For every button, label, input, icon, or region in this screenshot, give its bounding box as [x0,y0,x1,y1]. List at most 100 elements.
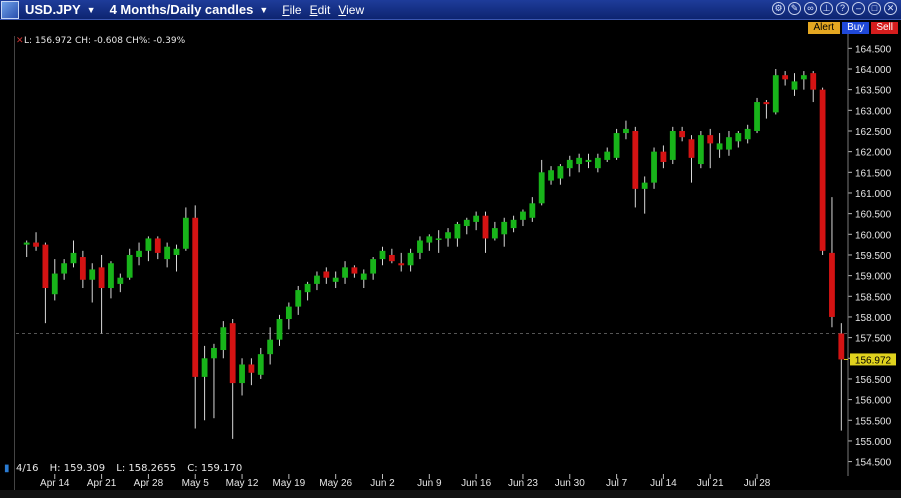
close-icon[interactable]: ✕ [16,35,24,46]
readout-low: L: 158.2655 [116,463,177,474]
candle-body [679,130,686,138]
candle-body [379,250,386,260]
y-tick-label: 160.000 [855,230,892,241]
candle-body [154,238,161,253]
y-tick-label: 155.500 [855,416,892,427]
x-tick-label: Apr 14 [40,478,70,489]
readout-date: 4/16 [16,463,39,474]
y-tick-label: 163.500 [855,86,892,97]
candle-body [491,228,498,239]
candle-body [79,257,86,280]
candle-body [763,102,770,105]
y-tick-label: 164.500 [855,44,892,55]
candle-body [735,133,742,142]
y-tick-label: 162.000 [855,148,892,159]
y-tick-label: 159.000 [855,272,892,283]
candle-body [548,170,554,181]
candle-body [426,236,433,243]
candle-body [566,159,573,169]
x-tick-label: May 19 [272,478,305,489]
candle-body [669,130,676,160]
candle-body [192,217,199,377]
y-tick-label: 158.500 [855,292,892,303]
x-tick-label: Jul 28 [744,478,771,489]
candle-body [529,203,536,218]
candle-body [754,102,760,131]
candle-body [744,128,751,140]
candle-body [613,133,620,158]
candle-body [604,151,611,160]
candle-body [136,250,142,258]
candle-body [782,75,789,80]
y-tick-label: 158.000 [855,313,892,324]
price-change-info: L: 156.972 CH: -0.608 CH%: -0.39% [24,36,186,46]
candle-body [51,273,58,295]
x-tick-label: Jun 16 [461,478,491,489]
candle-body [482,215,489,239]
candle-body [538,172,545,204]
candle-body [463,219,470,227]
candle-body [351,267,358,274]
candle-body [342,267,348,278]
x-tick-label: Jun 30 [555,478,585,489]
candle-body [360,273,367,280]
candle-body [295,290,302,307]
candle-body [594,157,601,169]
candle-body [829,252,835,317]
y-tick-label: 157.500 [855,334,892,345]
candlestick-chart[interactable]: 154.500155.000155.500156.000156.500157.0… [0,0,901,498]
candle-body [697,135,704,165]
x-tick-label: Jul 21 [697,478,724,489]
y-tick-label: 156.000 [855,396,892,407]
candle-body [660,151,667,162]
candle-body [445,232,451,239]
candle-body [276,319,283,340]
candle-body [501,221,508,235]
candle-body [173,248,180,255]
candle-body [623,128,629,134]
x-tick-label: Jul 14 [650,478,677,489]
candle-body [388,254,395,262]
candle-body [314,275,320,284]
candle-body [726,137,732,150]
candle-body [33,242,39,247]
readout-high: H: 159.309 [49,463,106,474]
candle-body [791,81,798,90]
candle-body [632,130,639,189]
x-tick-label: Jun 2 [370,478,395,489]
candle-body [229,323,236,384]
x-tick-label: May 5 [182,478,210,489]
pin-icon[interactable]: ▮ [4,463,10,474]
horizontal-scrollbar[interactable] [0,490,901,498]
y-tick-label: 161.500 [855,168,892,179]
candle-body [407,252,414,266]
candle-body [42,244,49,289]
candle-body [98,267,105,289]
candle-body [576,157,583,165]
x-tick-label: May 12 [226,478,259,489]
x-tick-label: Jul 7 [606,478,628,489]
candle-body [201,358,208,377]
ohlc-readout: 4/16 H: 159.309 L: 158.2655 C: 159.170 [16,463,242,474]
y-tick-label: 154.500 [855,458,892,469]
candle-body [510,219,517,229]
y-tick-label: 156.500 [855,375,892,386]
candle-body [332,277,339,282]
candle-body [641,182,648,189]
y-tick-label: 159.500 [855,251,892,262]
x-tick-label: Apr 21 [87,478,117,489]
y-tick-label: 163.000 [855,106,892,117]
x-tick-label: Jun 23 [508,478,538,489]
candle-body [70,252,77,264]
candle-body [838,333,845,360]
candle-body [220,327,227,351]
candle-body [61,263,68,274]
candle-body [23,242,30,245]
candle-body [126,254,133,278]
candle-body [257,354,264,375]
candle-body [117,277,124,284]
y-tick-label: 161.000 [855,189,892,200]
candle-body [585,159,592,162]
candle-body [473,215,480,222]
candle-body [182,217,189,249]
